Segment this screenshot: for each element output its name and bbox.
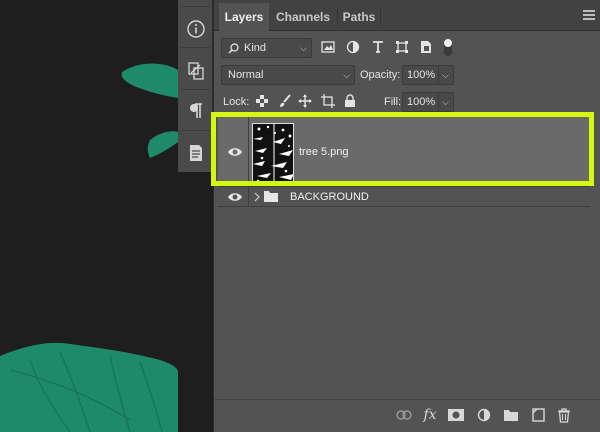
dock-divider <box>181 47 210 48</box>
pixel-filter-icon[interactable] <box>320 39 336 55</box>
lock-position-icon[interactable] <box>298 94 312 108</box>
filter-kind-select[interactable]: Kind ⌵ <box>221 38 312 58</box>
lock-label: Lock: <box>223 96 250 108</box>
info-icon[interactable] <box>185 18 207 40</box>
clone-source-icon[interactable] <box>185 60 207 82</box>
tab-divider <box>337 7 338 25</box>
visibility-eye-icon[interactable] <box>227 146 243 158</box>
panel-tab-bar: Layers Channels Paths <box>214 0 600 31</box>
blend-mode-label: Normal <box>228 69 264 81</box>
fill-label: Fill: <box>384 96 402 108</box>
chevron-right-icon[interactable] <box>253 192 261 202</box>
eye-column-divider <box>248 117 249 187</box>
chevron-down-icon[interactable]: ⌵ <box>438 93 449 111</box>
tab-divider <box>380 7 381 25</box>
chevron-down-icon: ⌵ <box>300 43 307 53</box>
layers-list: tree 5.png BACKGROUND <box>218 115 590 399</box>
folder-icon <box>264 191 278 202</box>
smart-object-filter-icon[interactable] <box>418 39 434 55</box>
add-mask-icon[interactable] <box>447 406 465 424</box>
tab-paths[interactable]: Paths <box>340 3 378 31</box>
trash-icon[interactable] <box>555 406 573 424</box>
lock-image-icon[interactable] <box>278 94 292 108</box>
paragraph-icon[interactable] <box>185 100 207 122</box>
leaf-artwork <box>0 63 178 432</box>
chevron-down-icon[interactable]: ⌵ <box>438 66 449 84</box>
layer-row-background[interactable]: BACKGROUND <box>218 187 590 207</box>
notes-icon[interactable] <box>185 142 207 164</box>
blend-mode-select[interactable]: Normal ⌵ <box>221 65 355 85</box>
filter-kind-label: Kind <box>244 42 267 54</box>
fill-value[interactable]: 100% <box>407 96 435 108</box>
dock-divider <box>181 89 210 90</box>
new-group-icon[interactable] <box>502 406 520 424</box>
link-layers-icon[interactable] <box>395 406 413 424</box>
type-filter-icon[interactable] <box>370 39 386 55</box>
visibility-eye-icon[interactable] <box>227 191 243 203</box>
adjustment-filter-icon[interactable] <box>345 39 361 55</box>
layer-thumbnail <box>252 123 294 182</box>
opacity-label: Opacity: <box>360 69 401 81</box>
layers-panel: Layers Channels Paths Kind ⌵ Normal ⌵ Op… <box>213 0 600 432</box>
panel-menu-icon[interactable] <box>583 10 595 20</box>
panel-dock-strip <box>178 0 213 172</box>
opacity-field[interactable]: 100% ⌵ <box>402 65 454 85</box>
dock-grip[interactable] <box>181 6 210 7</box>
layer-name[interactable]: BACKGROUND <box>290 191 369 203</box>
layer-row-tree[interactable]: tree 5.png <box>218 117 590 187</box>
document-canvas[interactable] <box>0 0 178 432</box>
fx-icon[interactable]: fx <box>421 406 439 424</box>
layers-footer-toolbar: fx <box>214 399 600 432</box>
lock-artboard-icon[interactable] <box>321 94 335 108</box>
eye-column-divider <box>248 187 249 207</box>
tab-channels[interactable]: Channels <box>272 3 334 31</box>
lock-transparent-icon[interactable] <box>255 94 269 108</box>
opacity-value[interactable]: 100% <box>407 69 435 81</box>
tab-layers[interactable]: Layers <box>219 3 269 31</box>
layer-name[interactable]: tree 5.png <box>299 146 349 158</box>
filter-toggle-icon[interactable] <box>440 36 456 58</box>
shape-filter-icon[interactable] <box>394 39 410 55</box>
fill-field[interactable]: 100% ⌵ <box>402 92 454 112</box>
chevron-down-icon: ⌵ <box>343 70 350 80</box>
new-adjustment-layer-icon[interactable] <box>475 406 493 424</box>
dock-divider <box>181 130 210 131</box>
lock-all-icon[interactable] <box>343 94 357 108</box>
search-icon <box>228 43 239 54</box>
new-layer-icon[interactable] <box>529 406 547 424</box>
